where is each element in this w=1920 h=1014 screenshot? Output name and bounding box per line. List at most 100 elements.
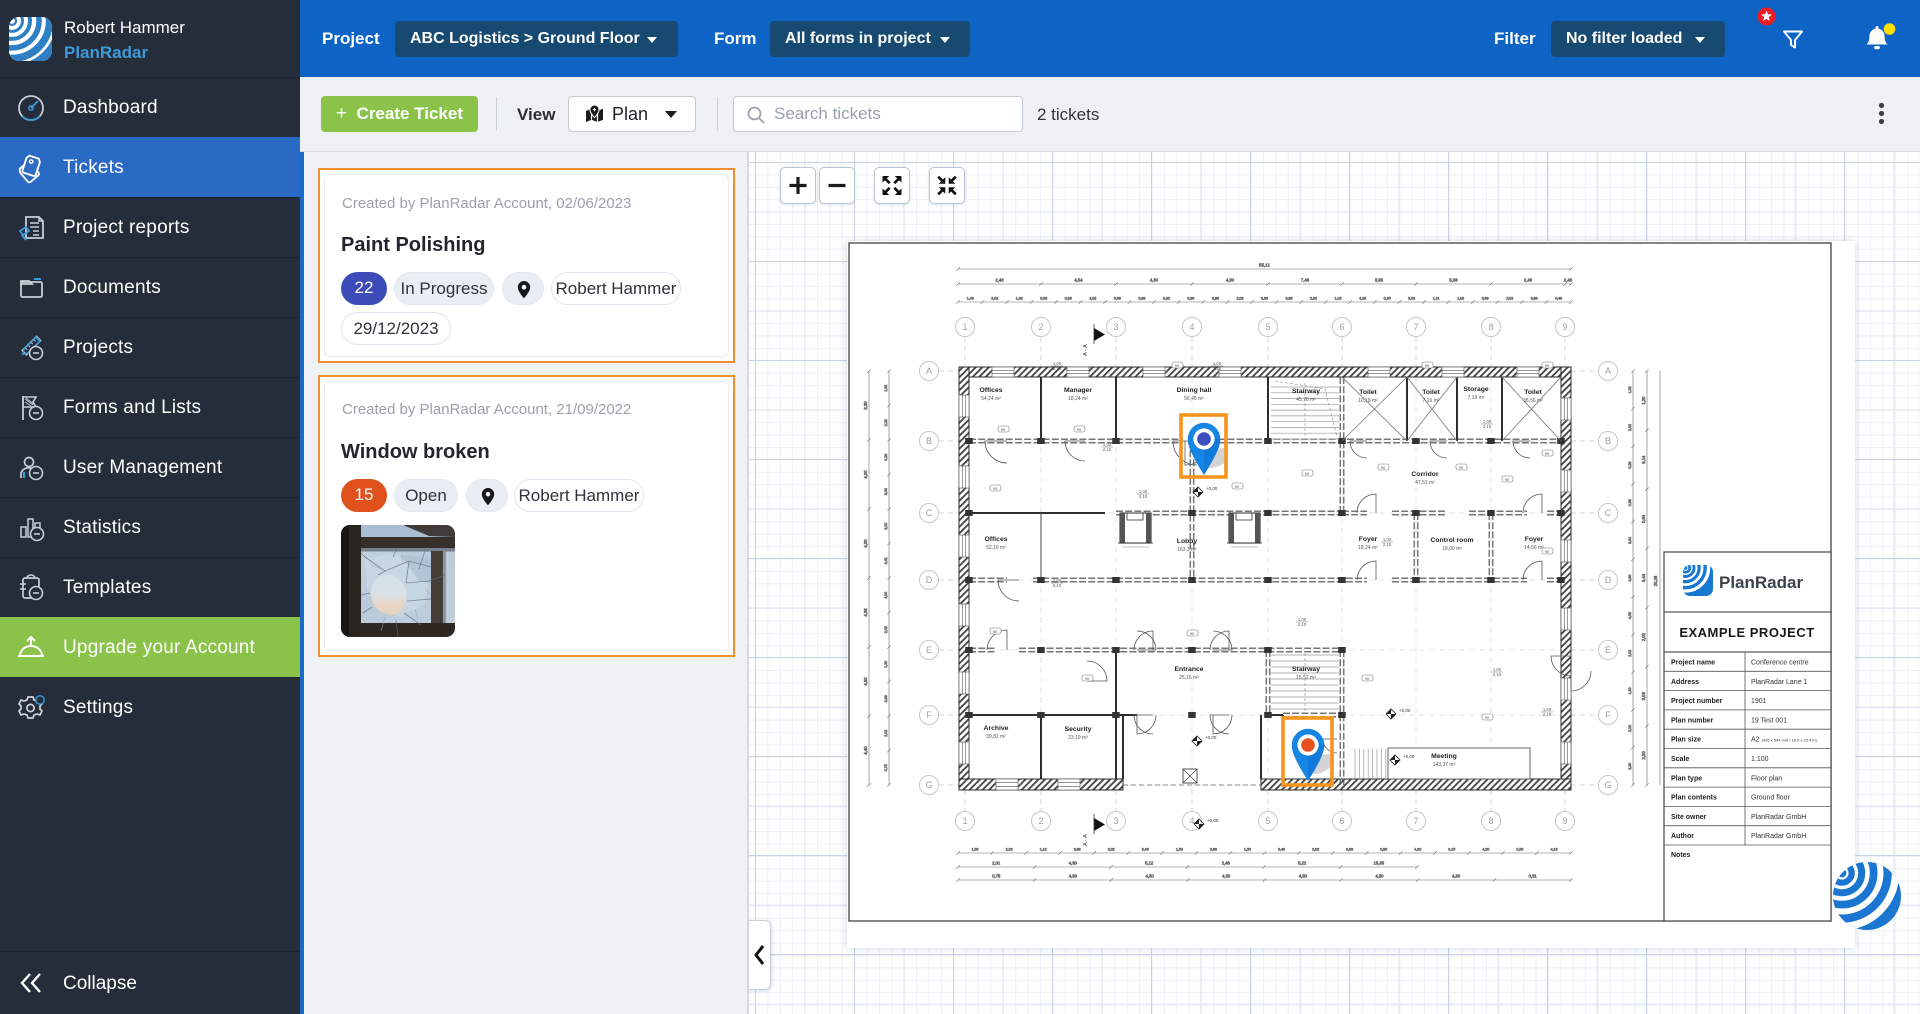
svg-text:0,90: 0,90 <box>1187 297 1194 301</box>
svg-text:9: 9 <box>1562 816 1567 826</box>
svg-text:2,30: 2,30 <box>1641 751 1646 760</box>
svg-text:Project number: Project number <box>1671 698 1723 705</box>
svg-text:2,10: 2,10 <box>1139 494 1148 499</box>
svg-text:Floor plan: Floor plan <box>1751 775 1782 782</box>
svg-text:Manager: Manager <box>1064 387 1092 394</box>
svg-text:90: 90 <box>1001 427 1006 432</box>
svg-text:2,02: 2,02 <box>884 419 888 426</box>
svg-text:Notes: Notes <box>1671 852 1691 859</box>
svg-text:1:100: 1:100 <box>1751 756 1769 763</box>
svg-text:Conference centre: Conference centre <box>1751 660 1809 667</box>
svg-text:1,02: 1,02 <box>1016 297 1023 301</box>
svg-text:2: 2 <box>1038 816 1043 826</box>
svg-text:8: 8 <box>1488 816 1493 826</box>
svg-text:2,01: 2,01 <box>992 861 1001 866</box>
svg-text:90: 90 <box>1175 363 1180 368</box>
svg-text:1,50: 1,50 <box>1176 848 1183 852</box>
svg-text:0,15: 0,15 <box>1448 848 1455 852</box>
svg-text:C: C <box>926 508 933 518</box>
svg-text:90: 90 <box>1365 676 1370 681</box>
svg-text:0,99: 0,99 <box>1346 848 1353 852</box>
svg-text:2,02: 2,02 <box>884 523 888 530</box>
svg-text:2,30: 2,30 <box>1628 763 1632 770</box>
svg-text:0,64: 0,64 <box>1641 514 1646 523</box>
svg-text:3: 3 <box>1113 322 1118 332</box>
svg-text:PlanRadar GmbH: PlanRadar GmbH <box>1751 814 1806 821</box>
svg-text:2,02: 2,02 <box>1641 632 1646 641</box>
svg-text:90: 90 <box>1545 451 1550 456</box>
svg-text:2,02: 2,02 <box>1237 297 1244 301</box>
svg-text:0,31: 0,31 <box>1529 874 1538 879</box>
svg-text:2,02: 2,02 <box>991 297 998 301</box>
svg-text:Control room: Control room <box>1430 537 1473 544</box>
svg-text:Stairway: Stairway <box>1292 666 1320 673</box>
svg-text:1,20: 1,20 <box>1641 396 1646 405</box>
svg-text:2,10: 2,10 <box>1383 542 1392 547</box>
svg-text:0,88: 0,88 <box>1286 297 1293 301</box>
svg-text:3,08: 3,08 <box>884 488 888 495</box>
svg-text:9: 9 <box>1562 322 1567 332</box>
svg-text:2,48: 2,48 <box>1564 278 1573 283</box>
svg-text:45,76 m²: 45,76 m² <box>1296 397 1316 403</box>
svg-text:Storage: Storage <box>1463 386 1489 393</box>
svg-text:Lobby: Lobby <box>1177 538 1198 545</box>
svg-text:Security: Security <box>1065 726 1092 733</box>
svg-text:Offices: Offices <box>984 536 1007 543</box>
svg-text:D: D <box>1605 575 1612 585</box>
svg-text:7,16 m²: 7,16 m² <box>1423 398 1440 404</box>
svg-text:Scale: Scale <box>1671 756 1689 763</box>
svg-text:90: 90 <box>1190 631 1195 636</box>
svg-text:8: 8 <box>1488 322 1493 332</box>
svg-text:90: 90 <box>993 486 998 491</box>
svg-text:4,08: 4,08 <box>1628 612 1632 619</box>
svg-text:2,10: 2,10 <box>1493 672 1502 677</box>
svg-text:0,50: 0,50 <box>1516 848 1523 852</box>
svg-text:0,99: 0,99 <box>1114 297 1121 301</box>
svg-text:3,44: 3,44 <box>1641 573 1646 582</box>
svg-text:4,16: 4,16 <box>1551 848 1558 852</box>
svg-text:E: E <box>1605 645 1611 655</box>
svg-text:Author: Author <box>1671 833 1694 840</box>
svg-text:0,28: 0,28 <box>1628 462 1632 469</box>
svg-text:0,88: 0,88 <box>1531 297 1538 301</box>
svg-text:9,14: 9,14 <box>1641 455 1646 464</box>
svg-text:7,18 m²: 7,18 m² <box>1468 395 1485 401</box>
svg-text:2,10: 2,10 <box>1213 366 1222 371</box>
svg-text:90: 90 <box>1425 363 1430 368</box>
svg-text:G: G <box>1604 780 1611 790</box>
svg-text:Plan type: Plan type <box>1671 775 1702 782</box>
svg-text:2,02: 2,02 <box>884 626 888 633</box>
svg-text:1,52: 1,52 <box>884 385 888 392</box>
svg-text:18,24 m²: 18,24 m² <box>1358 545 1378 551</box>
svg-text:2,02: 2,02 <box>1628 650 1632 657</box>
svg-text:15,38: 15,38 <box>1374 861 1385 866</box>
svg-text:+0,00: +0,00 <box>1206 486 1218 491</box>
svg-text:90: 90 <box>1085 676 1090 681</box>
svg-text:PlanRadar Lane 1: PlanRadar Lane 1 <box>1751 679 1808 686</box>
svg-text:1,48: 1,48 <box>967 297 974 301</box>
svg-text:4,30: 4,30 <box>1226 278 1235 283</box>
svg-text:2,48: 2,48 <box>1524 278 1533 283</box>
svg-text:10,18 m²: 10,18 m² <box>1358 398 1378 404</box>
svg-text:23,19 m²: 23,19 m² <box>1068 735 1088 741</box>
svg-text:2,02: 2,02 <box>1628 725 1632 732</box>
svg-text:Entrance: Entrance <box>1174 666 1203 673</box>
svg-text:90: 90 <box>993 629 998 634</box>
svg-text:2,02: 2,02 <box>1506 297 1513 301</box>
svg-text:2,10: 2,10 <box>1298 622 1307 627</box>
svg-text:Meeting: Meeting <box>1431 753 1457 760</box>
svg-text:F: F <box>926 710 932 720</box>
svg-text:3,02: 3,02 <box>1408 297 1415 301</box>
svg-text:0,88: 0,88 <box>1065 297 1072 301</box>
svg-text:A - A: A - A <box>1083 834 1089 846</box>
svg-text:90: 90 <box>1545 363 1550 368</box>
svg-text:2,02: 2,02 <box>1006 848 1013 852</box>
svg-text:30,82 m²: 30,82 m² <box>986 734 1006 740</box>
svg-text:4,30: 4,30 <box>1222 874 1231 879</box>
svg-text:Toilet: Toilet <box>1524 389 1542 396</box>
svg-text:55,11: 55,11 <box>1259 263 1271 268</box>
svg-text:Foyer: Foyer <box>1359 536 1378 543</box>
svg-text:0,28: 0,28 <box>884 454 888 461</box>
svg-text:+0,00: +0,00 <box>1205 735 1217 740</box>
svg-text:4,30: 4,30 <box>1150 278 1159 283</box>
